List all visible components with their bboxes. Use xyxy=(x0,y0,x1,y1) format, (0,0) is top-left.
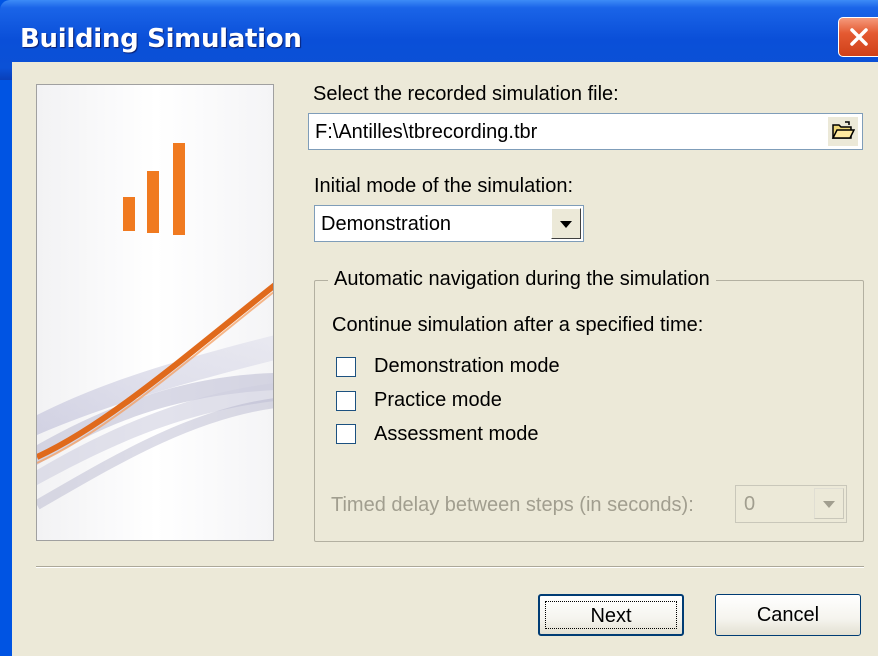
focus-ring xyxy=(545,601,677,629)
delay-select: 0 xyxy=(735,485,847,523)
close-button[interactable] xyxy=(838,17,878,57)
delay-label: Timed delay between steps (in seconds): xyxy=(331,494,694,516)
navigation-legend: Automatic navigation during the simulati… xyxy=(328,268,716,291)
demonstration-mode-checkbox[interactable] xyxy=(336,357,356,377)
folder-open-icon xyxy=(831,121,855,139)
file-path-field[interactable] xyxy=(308,113,863,150)
next-button[interactable]: Next xyxy=(538,594,684,636)
chevron-down-icon[interactable] xyxy=(551,208,581,239)
dialog-body: Select the recorded simulation file: Ini… xyxy=(12,62,878,656)
close-icon xyxy=(850,28,868,46)
separator xyxy=(36,566,864,568)
mode-selected-value: Demonstration xyxy=(321,213,452,235)
browse-button[interactable] xyxy=(828,117,858,146)
practice-mode-label[interactable]: Practice mode xyxy=(374,389,502,412)
navigation-subtitle: Continue simulation after a specified ti… xyxy=(332,314,704,336)
window-title: Building Simulation xyxy=(20,24,302,54)
cancel-button-label: Cancel xyxy=(756,604,820,626)
mode-select[interactable]: Demonstration xyxy=(314,205,584,242)
wizard-banner-image xyxy=(36,84,274,541)
chevron-down-icon xyxy=(814,488,844,519)
mode-label: Initial mode of the simulation: xyxy=(314,175,574,197)
banner-graphic xyxy=(37,85,273,540)
demonstration-mode-label[interactable]: Demonstration mode xyxy=(374,355,560,378)
assessment-mode-label[interactable]: Assessment mode xyxy=(374,423,539,446)
assessment-mode-checkbox[interactable] xyxy=(336,424,356,444)
cancel-button[interactable]: Cancel xyxy=(715,594,861,636)
delay-value: 0 xyxy=(744,493,756,515)
practice-mode-checkbox[interactable] xyxy=(336,391,356,411)
file-label: Select the recorded simulation file: xyxy=(313,83,619,105)
dialog-window: Building Simulation Select the recorded … xyxy=(0,0,878,656)
file-path-input[interactable] xyxy=(315,119,815,145)
